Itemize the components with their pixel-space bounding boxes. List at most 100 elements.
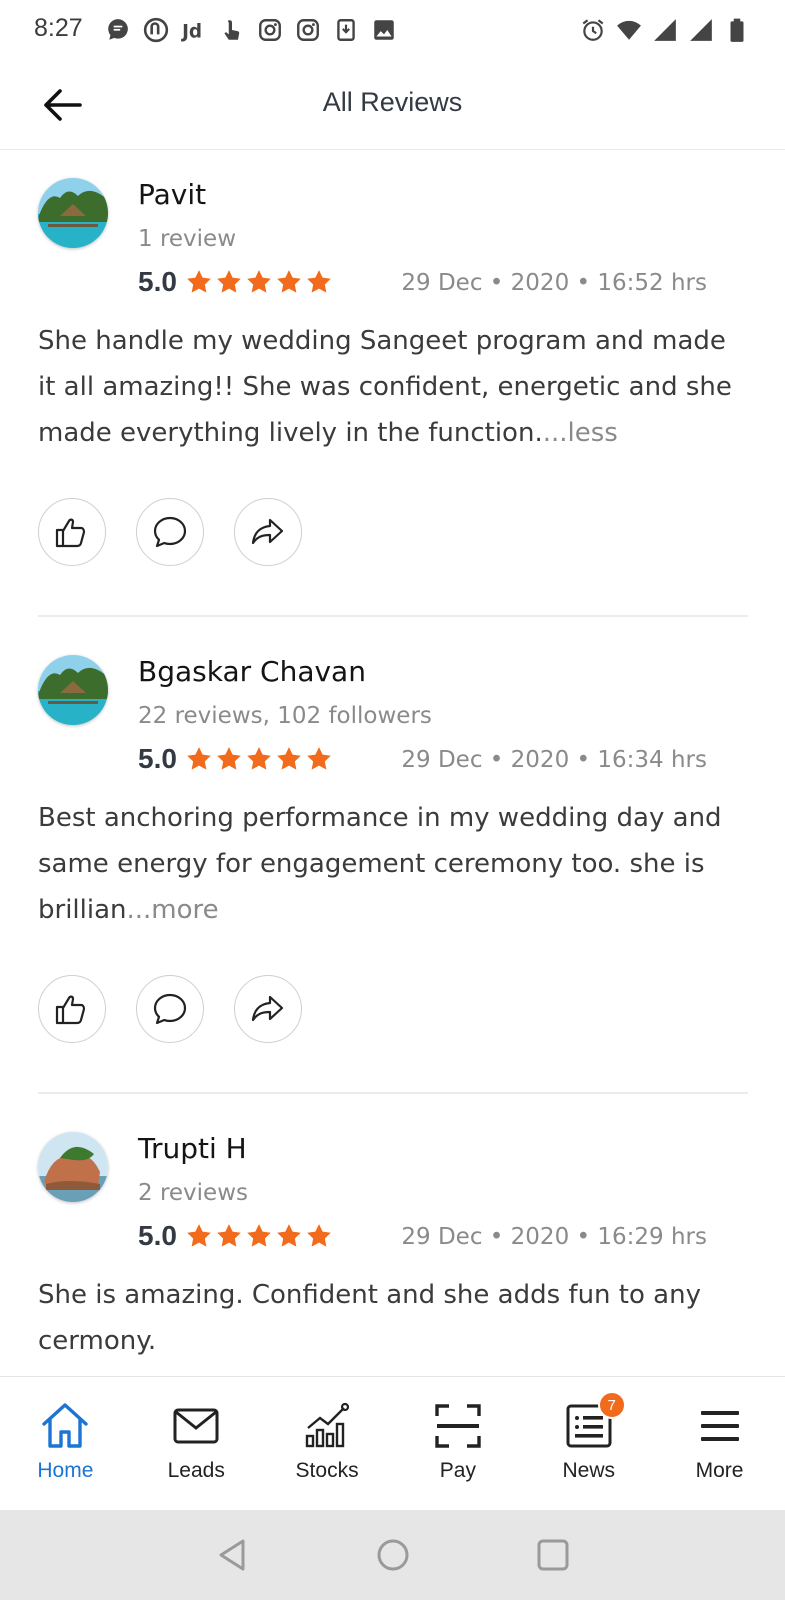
thumbs-up-icon [55,995,86,1025]
star-icon [245,745,273,773]
star-icon [215,268,243,296]
like-button[interactable] [38,498,106,566]
avatar-image [38,178,108,248]
rating-row: 5.0 [138,266,333,298]
share-button[interactable] [234,975,302,1043]
review-divider [38,1092,748,1094]
review-date: 29 Dec • 2020 • 16:34 hrs [401,747,707,773]
share-icon [251,995,284,1022]
share-button[interactable] [234,498,302,566]
mail-icon [169,1399,223,1453]
read-less-link[interactable]: ...less [543,418,618,448]
review-date: 29 Dec • 2020 • 16:29 hrs [401,1224,707,1250]
tap-icon [218,16,246,44]
star-rating [185,1222,333,1250]
star-icon [305,1222,333,1250]
rating-score: 5.0 [138,266,177,297]
nav-label: News [562,1459,615,1482]
nav-label: Leads [167,1459,225,1482]
signal-icon [687,16,715,44]
status-time: 8:27 [34,14,83,42]
rating-row: 5.0 [138,1220,333,1252]
nav-news[interactable]: 7 News [523,1377,654,1510]
brand-icon [142,16,170,44]
star-icon [275,745,303,773]
circle-home-icon [377,1539,409,1571]
avatar-image [38,655,108,725]
star-icon [215,745,243,773]
reviewer-name[interactable]: Trupti H [138,1132,247,1165]
nav-label: Stocks [295,1459,359,1482]
comment-button[interactable] [136,498,204,566]
system-back-button[interactable] [212,1534,254,1576]
reviewer-name[interactable]: Pavit [138,178,206,211]
review-divider [38,615,748,617]
avatar[interactable] [38,1132,108,1202]
system-home-button[interactable] [372,1534,414,1576]
star-icon [245,1222,273,1250]
review-actions [38,975,302,1043]
rating-score: 5.0 [138,1220,177,1251]
star-icon [215,1222,243,1250]
jd-icon: Jd [180,16,208,44]
star-icon [305,268,333,296]
signal-icon [651,16,679,44]
star-icon [275,1222,303,1250]
thumbs-up-icon [55,518,86,548]
chat-bubble-icon [104,16,132,44]
star-icon [185,745,213,773]
nav-pay[interactable]: Pay [392,1377,523,1510]
reviewer-meta: 1 review [138,226,237,252]
triangle-back-icon [219,1539,245,1571]
nav-home[interactable]: Home [0,1377,131,1510]
review-actions [38,498,302,566]
star-icon [245,268,273,296]
comment-button[interactable] [136,975,204,1043]
header: All Reviews [0,60,785,150]
review-text: She handle my wedding Sangeet program an… [38,326,732,448]
news-icon: 7 [562,1391,626,1453]
square-recents-icon [537,1539,569,1571]
menu-icon [693,1399,747,1453]
nav-label: Pay [439,1459,476,1482]
star-icon [185,268,213,296]
alarm-icon [579,16,607,44]
review-text-block: She handle my wedding Sangeet program an… [38,318,750,456]
avatar[interactable] [38,178,108,248]
nav-stocks[interactable]: Stocks [262,1377,393,1510]
reviewer-meta: 2 reviews [138,1180,248,1206]
review-date: 29 Dec • 2020 • 16:52 hrs [401,270,707,296]
star-icon [305,745,333,773]
system-recents-button[interactable] [532,1534,574,1576]
scan-icon [431,1399,485,1453]
rating-score: 5.0 [138,743,177,774]
like-button[interactable] [38,975,106,1043]
status-bar: 8:27 Jd [0,0,785,60]
star-rating [185,745,333,773]
avatar-image [38,1132,108,1202]
download-icon [332,16,360,44]
avatar[interactable] [38,655,108,725]
reviewer-name[interactable]: Bgaskar Chavan [138,655,366,688]
share-icon [251,518,284,545]
review-text-block: She is amazing. Confident and she adds f… [38,1272,750,1364]
comment-icon [153,516,187,548]
bottom-nav: Home Leads Stocks Pay 7 News More [0,1376,785,1510]
chart-icon [300,1399,354,1453]
svg-text:Jd: Jd [181,22,202,43]
instagram-icon [256,16,284,44]
image-icon [370,16,398,44]
read-more-link[interactable]: ...more [127,895,219,925]
status-icons-left: Jd [104,14,398,46]
nav-more[interactable]: More [654,1377,785,1510]
nav-leads[interactable]: Leads [131,1377,262,1510]
reviewer-meta: 22 reviews, 102 followers [138,703,432,729]
nav-label: More [695,1459,744,1482]
nav-label: Home [37,1459,94,1482]
review-text-block: Best anchoring performance in my wedding… [38,795,750,933]
wifi-icon [615,16,643,44]
status-icons-right [579,14,751,46]
comment-icon [153,993,187,1025]
review-text: She is amazing. Confident and she adds f… [38,1280,701,1356]
star-icon [275,268,303,296]
